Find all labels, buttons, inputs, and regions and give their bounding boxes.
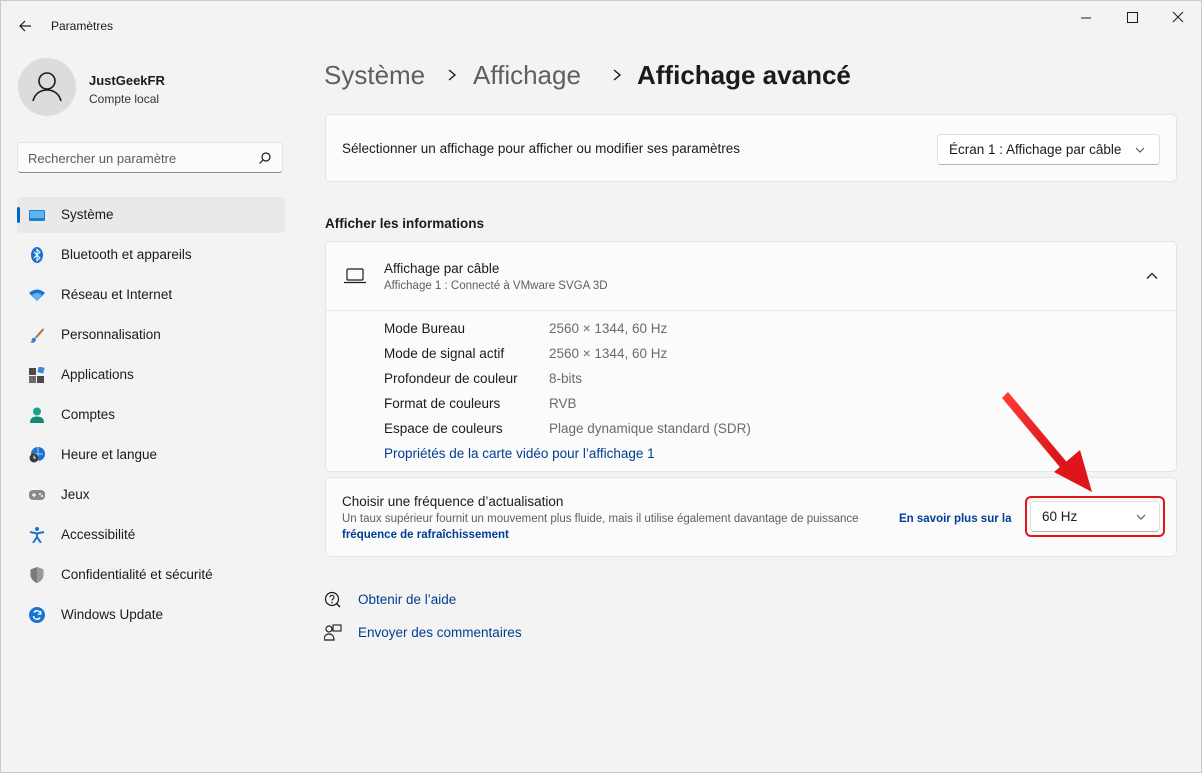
refresh-rate-title: Choisir une fréquence d’actualisation (342, 494, 564, 509)
avatar[interactable] (18, 58, 76, 116)
sidebar-item-label: Jeux (61, 487, 90, 502)
chevron-down-icon (1136, 514, 1146, 520)
refresh-rate-value: 60 Hz (1042, 509, 1078, 524)
chevron-up-icon[interactable] (1145, 271, 1159, 281)
update-icon (29, 607, 45, 623)
laptop-icon (344, 268, 366, 284)
apps-icon (29, 367, 45, 383)
chevron-right-icon (448, 69, 457, 81)
get-help-link[interactable]: Obtenir de l’aide (358, 592, 456, 607)
info-label: Profondeur de couleur (384, 371, 518, 386)
section-heading: Afficher les informations (325, 216, 485, 231)
info-value: Plage dynamique standard (SDR) (549, 421, 751, 436)
refresh-rate-dropdown[interactable]: 60 Hz (1030, 501, 1160, 532)
info-label: Mode de signal actif (384, 346, 505, 361)
sidebar-item-label: Heure et langue (61, 447, 158, 462)
breadcrumb-systeme[interactable]: Système (324, 60, 425, 91)
feedback-icon (324, 624, 342, 641)
maximize-icon[interactable] (1109, 6, 1155, 30)
chevron-right-icon (613, 69, 622, 81)
chevron-down-icon (1135, 147, 1145, 153)
sidebar-item-label: Système (61, 207, 114, 222)
info-label: Format de couleurs (384, 396, 501, 411)
sidebar-item-label: Personnalisation (61, 327, 161, 342)
learn-more-link-continued[interactable]: fréquence de rafraîchissement (342, 529, 509, 541)
search-input[interactable] (28, 148, 248, 168)
info-value: 2560 × 1344, 60 Hz (549, 346, 668, 361)
send-feedback-link[interactable]: Envoyer des commentaires (358, 625, 522, 640)
sidebar-item-accessibilite[interactable]: Accessibilité (17, 517, 285, 553)
display-info-header[interactable]: Affichage par câble Affichage 1 : Connec… (326, 242, 1176, 310)
user-name: JustGeekFR (89, 73, 165, 88)
sidebar-item-label: Applications (61, 367, 134, 382)
back-arrow-icon[interactable] (16, 16, 36, 36)
account-type: Compte local (89, 92, 160, 106)
close-icon[interactable] (1155, 6, 1201, 30)
display-info-subtitle: Affichage 1 : Connecté à VMware SVGA 3D (384, 280, 608, 292)
breadcrumb-affichage[interactable]: Affichage (473, 60, 581, 91)
select-display-label: Sélectionner un affichage pour afficher … (342, 141, 740, 156)
sidebar-item-applications[interactable]: Applications (17, 357, 285, 393)
sidebar-item-label: Confidentialité et sécurité (61, 567, 213, 582)
accessibility-icon (29, 527, 45, 543)
sidebar-item-label: Windows Update (61, 607, 164, 622)
sidebar-item-jeux[interactable]: Jeux (17, 477, 285, 513)
refresh-rate-description: Un taux supérieur fournit un mouvement p… (342, 513, 859, 525)
red-arrow-annotation (1002, 392, 1092, 492)
sidebar-item-label: Bluetooth et appareils (61, 247, 192, 262)
info-value: 2560 × 1344, 60 Hz (549, 321, 668, 336)
sidebar-item-bluetooth[interactable]: Bluetooth et appareils (17, 237, 285, 273)
minimize-icon[interactable] (1063, 6, 1109, 30)
sidebar-item-comptes[interactable]: Comptes (17, 397, 285, 433)
learn-more-link[interactable]: En savoir plus sur la (899, 513, 1011, 525)
sidebar-item-confidentialite[interactable]: Confidentialité et sécurité (17, 557, 285, 593)
active-indicator (17, 207, 20, 223)
bluetooth-icon (31, 247, 43, 263)
display-info-title: Affichage par câble (384, 261, 500, 276)
person-icon (30, 407, 44, 423)
clock-globe-icon (29, 447, 45, 463)
info-label: Mode Bureau (384, 321, 466, 336)
app-title: Paramètres (51, 19, 114, 33)
help-icon (324, 591, 341, 608)
shield-icon (30, 567, 44, 583)
info-label: Espace de couleurs (384, 421, 503, 436)
select-display-card: Sélectionner un affichage pour afficher … (325, 114, 1177, 182)
gamepad-icon (29, 490, 45, 500)
info-value: 8-bits (549, 371, 583, 386)
sidebar-item-label: Réseau et Internet (61, 287, 173, 302)
monitor-icon (29, 210, 45, 221)
display-dropdown[interactable]: Écran 1 : Affichage par câble (937, 134, 1160, 165)
brush-icon (30, 328, 44, 343)
sidebar-item-personnalisation[interactable]: Personnalisation (17, 317, 285, 353)
display-dropdown-value: Écran 1 : Affichage par câble (949, 142, 1122, 157)
divider (326, 310, 1176, 311)
user-icon (32, 72, 62, 102)
sidebar-item-label: Comptes (61, 407, 116, 422)
wifi-icon (29, 289, 45, 301)
sidebar-item-reseau[interactable]: Réseau et Internet (17, 277, 285, 313)
adapter-properties-link[interactable]: Propriétés de la carte vidéo pour l’affi… (384, 446, 655, 461)
sidebar-item-systeme[interactable]: Système (17, 197, 285, 233)
info-value: RVB (549, 396, 577, 411)
sidebar-item-label: Accessibilité (61, 527, 136, 542)
page-title: Affichage avancé (637, 60, 851, 90)
sidebar-item-windows-update[interactable]: Windows Update (17, 597, 285, 633)
search-icon[interactable] (258, 151, 272, 165)
search-box[interactable] (17, 142, 283, 173)
sidebar-item-heure-langue[interactable]: Heure et langue (17, 437, 285, 473)
